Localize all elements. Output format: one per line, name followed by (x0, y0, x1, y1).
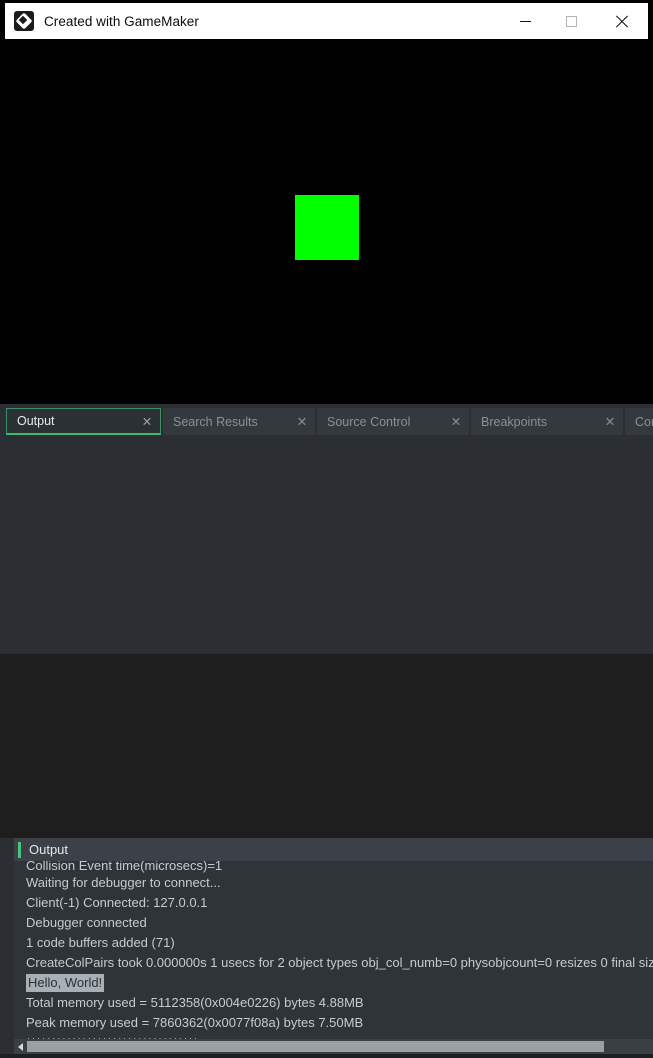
debug-panel: Output ✕ Search Results ✕ Source Control… (0, 404, 653, 1058)
console-line: Client(-1) Connected: 127.0.0.1 (26, 895, 208, 910)
tab-output-label: Output (17, 414, 55, 428)
console-output[interactable]: Collision Event time(microsecs)=1 Waitin… (14, 861, 653, 1039)
console-line: Waiting for debugger to connect... (26, 875, 221, 890)
console-line-highlighted: Hello, World! (14, 973, 653, 993)
green-square-sprite (295, 195, 359, 260)
window-controls (502, 3, 648, 39)
scrollbar-thumb[interactable] (27, 1041, 604, 1052)
game-canvas[interactable] (5, 39, 648, 401)
console-line-highlight-text: Hello, World! (26, 974, 105, 992)
minimize-button[interactable] (502, 3, 548, 39)
tab-output-close-icon[interactable]: ✕ (134, 414, 160, 429)
game-window: Created with GameMaker (0, 0, 653, 404)
tab-compile-errors-label: Comp (635, 414, 653, 429)
tab-source-control-close-icon[interactable]: ✕ (443, 414, 469, 429)
tab-breakpoints[interactable]: Breakpoints ✕ (471, 408, 623, 435)
window-title: Created with GameMaker (44, 13, 199, 29)
console-line: Total memory used = 5112358(0x004e0226) … (26, 995, 364, 1010)
debug-tabbar: Output ✕ Search Results ✕ Source Control… (0, 408, 653, 435)
maximize-icon (565, 15, 577, 27)
console-line: 1 code buffers added (71) (26, 935, 175, 950)
gamemaker-logo-icon (14, 11, 34, 31)
tab-breakpoints-label: Breakpoints (481, 414, 548, 429)
console-line: CreateColPairs took 0.000000s 1 usecs fo… (26, 955, 653, 970)
maximize-button[interactable] (548, 3, 594, 39)
tab-output[interactable]: Output ✕ (6, 408, 161, 435)
tab-search-results-close-icon[interactable]: ✕ (289, 414, 315, 429)
scroll-left-icon[interactable] (14, 1039, 27, 1054)
tab-compile-errors[interactable]: Comp (625, 408, 653, 435)
minimize-icon (519, 20, 531, 22)
tab-source-control[interactable]: Source Control ✕ (317, 408, 469, 435)
console-line: Debugger connected (26, 915, 147, 930)
tab-breakpoints-close-icon[interactable]: ✕ (597, 414, 623, 429)
panel-left-gutter (0, 838, 14, 1054)
app-root: Created with GameMaker Output ✕ Search R… (0, 0, 653, 1058)
tab-search-results-label: Search Results (173, 414, 258, 429)
output-panel-header: Output (14, 838, 653, 861)
tab-source-control-label: Source Control (327, 414, 411, 429)
accent-bar (18, 841, 21, 858)
window-titlebar[interactable]: Created with GameMaker (5, 3, 648, 39)
console-line: Collision Event time(microsecs)=1 (26, 861, 223, 873)
output-panel-title: Output (29, 842, 69, 857)
tab-search-results[interactable]: Search Results ✕ (163, 408, 315, 435)
close-button[interactable] (594, 3, 648, 39)
panel-bottom-edge (0, 1054, 653, 1058)
close-icon (615, 15, 628, 28)
console-horizontal-scrollbar[interactable] (14, 1039, 653, 1054)
console-line: Peak memory used = 7860362(0x0077f08a) b… (26, 1015, 364, 1030)
